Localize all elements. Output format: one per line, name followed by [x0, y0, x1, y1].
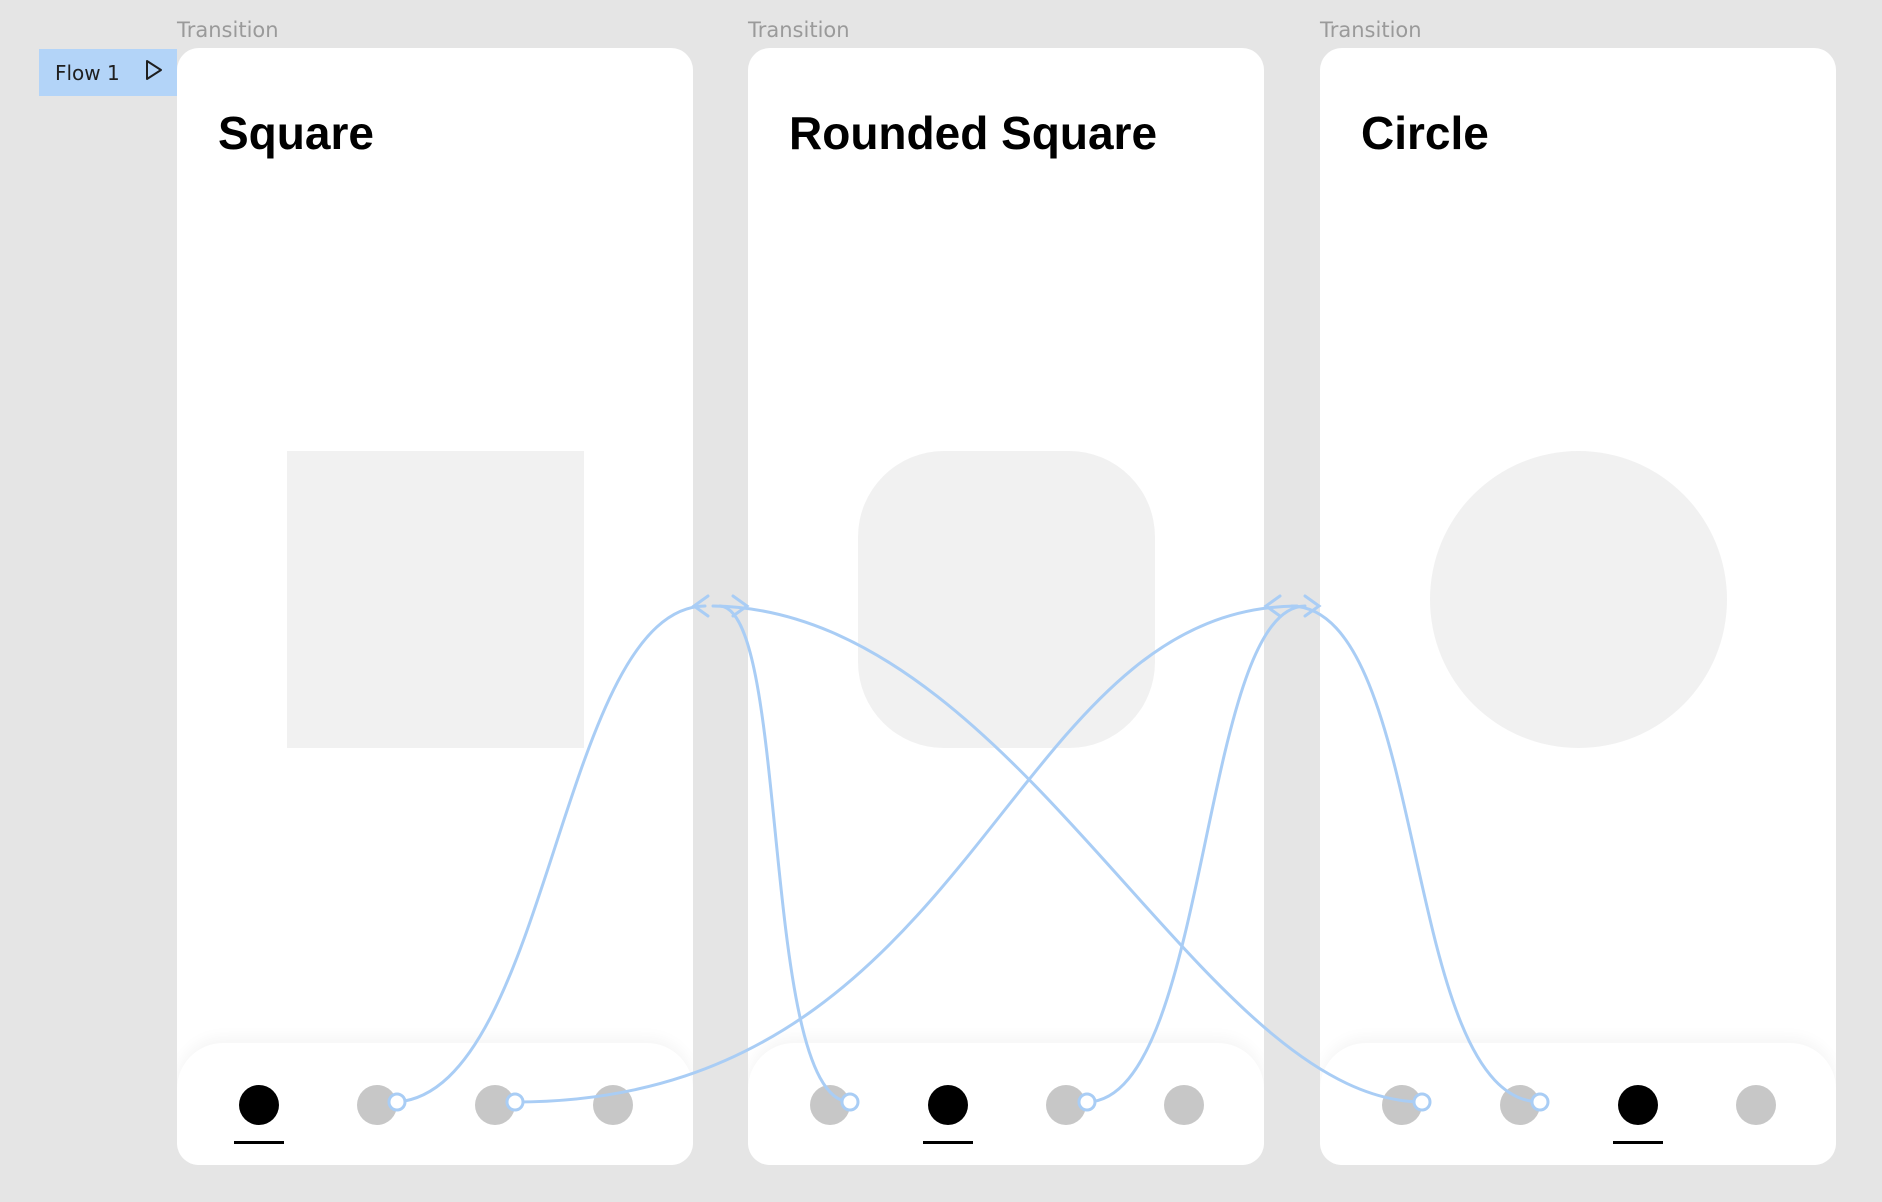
frame-title: Rounded Square	[789, 107, 1158, 159]
tab-dot-3[interactable]	[1046, 1085, 1086, 1125]
tab-bar	[748, 1043, 1264, 1165]
active-tab-indicator	[923, 1141, 973, 1144]
tab-dot-1[interactable]	[810, 1085, 850, 1125]
tab-bar	[1320, 1043, 1836, 1165]
tab-dot-1[interactable]	[1382, 1085, 1422, 1125]
tab-dot-4[interactable]	[1736, 1085, 1776, 1125]
arrowhead-right-circle	[1303, 594, 1322, 618]
frame-label-circle[interactable]: Transition	[1320, 18, 1422, 42]
flow-start-tag[interactable]: Flow 1	[39, 49, 177, 96]
tab-dot-2[interactable]	[357, 1085, 397, 1125]
frame-label-rounded-square[interactable]: Transition	[748, 18, 850, 42]
tab-bar	[177, 1043, 693, 1165]
frame-label-square[interactable]: Transition	[177, 18, 279, 42]
active-tab-indicator	[234, 1141, 284, 1144]
arrowhead-left-square	[691, 594, 710, 618]
tab-dot-3[interactable]	[1618, 1085, 1658, 1125]
tab-dot-4[interactable]	[593, 1085, 633, 1125]
play-icon[interactable]	[144, 59, 164, 86]
arrowhead-right-rounded	[731, 594, 750, 618]
frame-title: Square	[218, 107, 374, 159]
circle-shape	[1430, 451, 1727, 748]
tab-dot-3[interactable]	[475, 1085, 515, 1125]
frame-rounded-square[interactable]: Rounded Square	[748, 48, 1264, 1165]
square-shape	[287, 451, 584, 748]
tab-dot-1[interactable]	[239, 1085, 279, 1125]
tab-dot-2[interactable]	[1500, 1085, 1540, 1125]
tab-dot-4[interactable]	[1164, 1085, 1204, 1125]
frame-circle[interactable]: Circle	[1320, 48, 1836, 1165]
tab-dot-2[interactable]	[928, 1085, 968, 1125]
rounded-square-shape	[858, 451, 1155, 748]
active-tab-indicator	[1613, 1141, 1663, 1144]
frame-square[interactable]: Square	[177, 48, 693, 1165]
frame-title: Circle	[1361, 107, 1489, 159]
flow-label: Flow 1	[55, 60, 120, 85]
arrowhead-left-rounded	[1263, 594, 1282, 618]
